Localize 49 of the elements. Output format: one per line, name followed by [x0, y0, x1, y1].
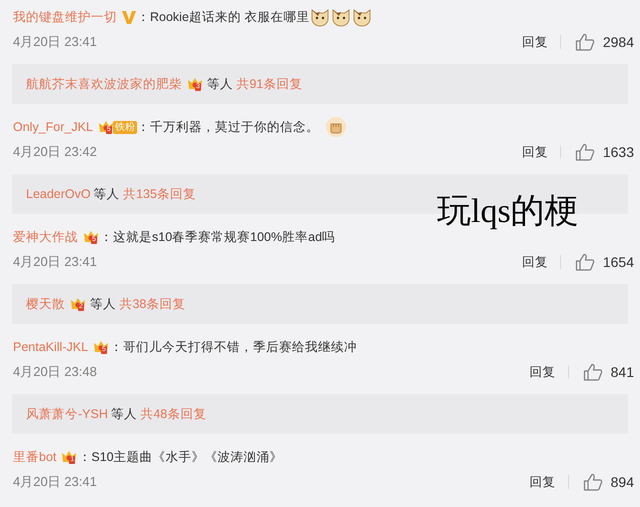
comment-time: 4月20日 23:42: [13, 143, 97, 161]
like-count: 841: [610, 364, 634, 380]
user-name[interactable]: Only_For_JKL: [13, 120, 93, 134]
thumbs-up-icon[interactable]: [574, 143, 595, 161]
reply-user-name[interactable]: 航航芥末喜欢波波家的肥柴: [26, 76, 182, 92]
reply-user-name[interactable]: 风萧萧兮-YSH: [26, 406, 108, 422]
reply-count[interactable]: 共91条回复: [233, 76, 302, 92]
comment-text: ：这就是s10春季赛常规赛100%胜率ad吗: [100, 228, 336, 246]
fist-icon: [324, 116, 347, 138]
reply-count[interactable]: 共48条回复: [136, 406, 206, 422]
like-count: 1654: [602, 254, 634, 270]
comment-time: 4月20日 23:48: [13, 363, 97, 381]
others-label: 等人: [94, 186, 120, 202]
reply-count[interactable]: 共38条回复: [116, 296, 186, 312]
user-name[interactable]: 爱神大作战: [13, 228, 78, 246]
reply-link[interactable]: 回复: [522, 35, 561, 49]
reply-link[interactable]: 回复: [522, 255, 561, 269]
comment-text: ：哥们儿今天打得不错，季后赛给我继续冲: [110, 338, 358, 356]
comment-text: ：S10主题曲《水手》《波涛汹涌》: [78, 448, 283, 466]
comment-text: ：千万利器，莫过于你的信念。: [136, 118, 319, 136]
others-label: 等人: [90, 296, 116, 312]
like-count: 1633: [602, 144, 634, 160]
reply-user-name[interactable]: LeaderOvO: [26, 187, 91, 201]
comment-time: 4月20日 23:41: [13, 33, 97, 51]
like-count: 2984: [602, 34, 634, 50]
thumbs-up-icon[interactable]: [574, 33, 595, 51]
user-name[interactable]: 里番bot: [13, 448, 56, 466]
like-count: 894: [610, 474, 634, 490]
thumbs-up-icon[interactable]: [574, 253, 595, 271]
reply-link[interactable]: 回复: [530, 475, 569, 489]
cat-face-icon: [310, 7, 330, 27]
replies-summary[interactable]: 风萧萧兮-YSH 等人 共48条回复: [12, 394, 628, 434]
others-label: 等人: [110, 406, 137, 422]
comment-time: 4月20日 23:41: [13, 473, 97, 491]
fan-tag: 铁粉: [112, 120, 137, 134]
reply-user-name[interactable]: 樱天散: [26, 296, 65, 312]
thumbs-up-icon[interactable]: [582, 473, 603, 491]
verified-icon: [121, 9, 137, 25]
others-label: 等人: [207, 76, 233, 92]
user-name[interactable]: 我的键盘维护一切: [13, 8, 117, 26]
cat-face-icon: [331, 7, 352, 27]
comment-text: ：Rookie超话来的 衣服在哪里: [137, 8, 310, 26]
cat-face-icon: [352, 7, 372, 27]
reply-link[interactable]: 回复: [522, 145, 561, 159]
reply-count[interactable]: 共135条回复: [120, 186, 196, 202]
comment-time: 4月20日 23:41: [13, 253, 97, 271]
user-name[interactable]: PentaKill-JKL: [13, 340, 88, 354]
thumbs-up-icon[interactable]: [582, 363, 603, 381]
reply-link[interactable]: 回复: [530, 365, 569, 379]
